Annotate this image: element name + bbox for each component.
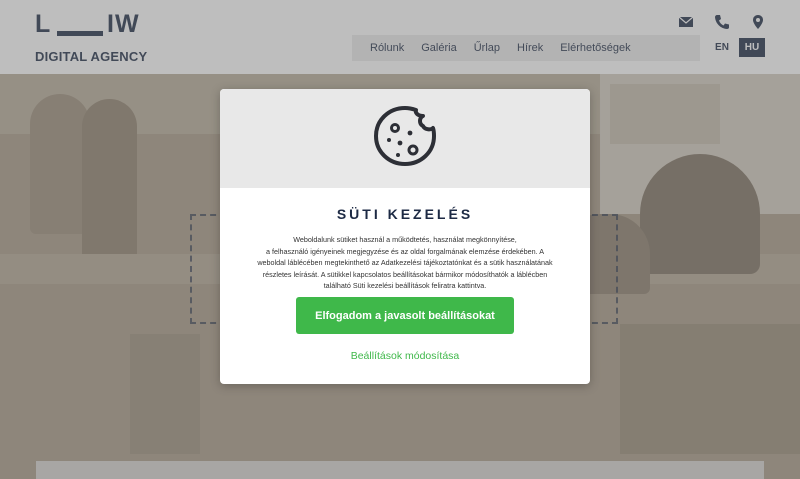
modal-description: Weboldalunk sütiket használ a működtetés… — [250, 234, 560, 292]
cookie-consent-modal: SÜTI KEZELÉS Weboldalunk sütiket használ… — [220, 89, 590, 384]
modal-text-line: található Süti kezelési beállítások feli… — [323, 281, 487, 291]
modal-text-line: részletes leírását. A sütikkel kapcsolat… — [262, 269, 548, 279]
cookie-icon — [373, 106, 437, 166]
cookie-settings-link[interactable]: Beállítások módosítása — [220, 350, 590, 362]
accept-cookies-button[interactable]: Elfogadom a javasolt beállításokat — [296, 297, 514, 334]
modal-title: SÜTI KEZELÉS — [336, 206, 474, 222]
modal-header — [220, 89, 590, 188]
modal-text-line: Weboldalunk sütiket használ a működtetés… — [293, 235, 517, 244]
modal-text-line: a felhasználó igényeinek megjegyzése és … — [265, 246, 545, 256]
modal-text-line: weboldal láblécében megtekinthető az Ada… — [257, 258, 553, 268]
